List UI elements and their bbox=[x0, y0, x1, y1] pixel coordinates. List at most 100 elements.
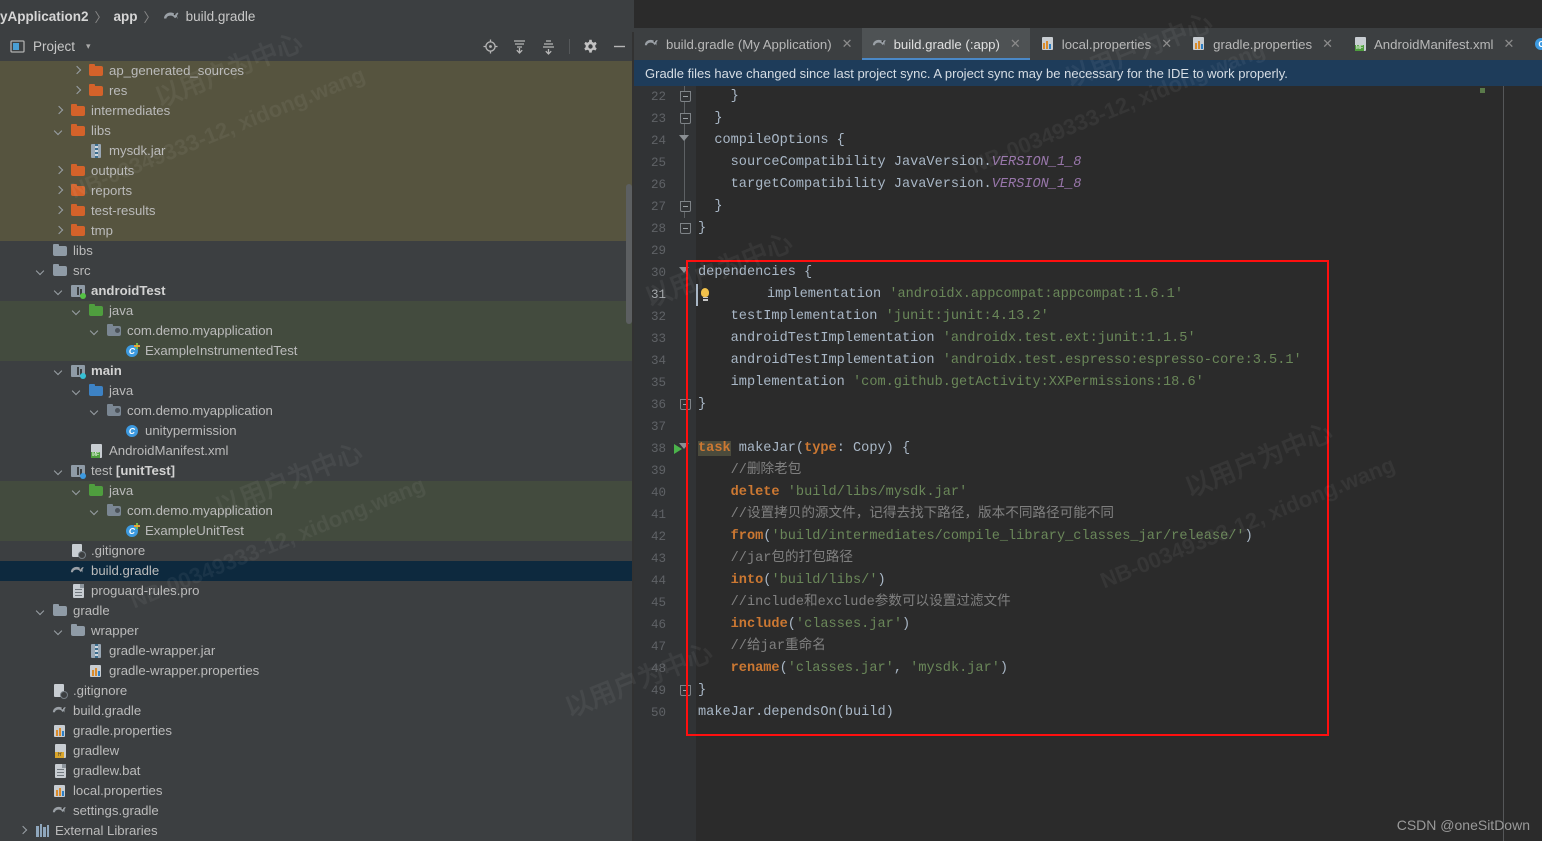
chevron-down-icon[interactable] bbox=[54, 466, 65, 477]
line-number[interactable]: 28 bbox=[634, 222, 674, 236]
line-number[interactable]: 29 bbox=[634, 244, 674, 258]
code-line[interactable]: 22 } bbox=[634, 86, 1542, 108]
tree-node[interactable]: reports bbox=[0, 181, 634, 201]
line-number[interactable]: 42 bbox=[634, 530, 674, 544]
chevron-right-icon[interactable] bbox=[54, 186, 65, 197]
tree-node[interactable]: External Libraries bbox=[0, 821, 634, 841]
editor-tab[interactable]: build.gradle (:app)✕ bbox=[862, 28, 1030, 60]
chevron-right-icon[interactable] bbox=[18, 826, 29, 837]
breadcrumb-item[interactable]: yApplication2 bbox=[0, 9, 89, 24]
chevron-right-icon[interactable] bbox=[72, 66, 83, 77]
chevron-right-icon[interactable] bbox=[72, 86, 83, 97]
code-line[interactable]: 47 //给jar重命名 bbox=[634, 636, 1542, 658]
tree-node[interactable]: java bbox=[0, 301, 634, 321]
tree-node[interactable]: Cunitypermission bbox=[0, 421, 634, 441]
tree-node[interactable]: gradlew.bat bbox=[0, 761, 634, 781]
tree-node[interactable]: com.demo.myapplication bbox=[0, 501, 634, 521]
tree-node[interactable]: src bbox=[0, 261, 634, 281]
code-editor[interactable]: 22 }23 }24 compileOptions {25 sourceComp… bbox=[634, 86, 1542, 841]
tree-node[interactable]: test [unitTest] bbox=[0, 461, 634, 481]
code-line[interactable]: 40 delete 'build/libs/mysdk.jar' bbox=[634, 482, 1542, 504]
code-line[interactable]: 35 implementation 'com.github.getActivit… bbox=[634, 372, 1542, 394]
code-line[interactable]: 38task makeJar(type: Copy) { bbox=[634, 438, 1542, 460]
expand-all-icon[interactable] bbox=[511, 38, 528, 55]
tree-node[interactable]: gradle-wrapper.jar bbox=[0, 641, 634, 661]
chevron-down-icon[interactable]: ▾ bbox=[86, 41, 91, 52]
line-number[interactable]: 35 bbox=[634, 376, 674, 390]
chevron-down-icon[interactable] bbox=[90, 326, 101, 337]
tree-node[interactable]: outputs bbox=[0, 161, 634, 181]
breadcrumb-item[interactable]: build.gradle bbox=[186, 9, 256, 24]
intention-bulb-icon[interactable] bbox=[698, 288, 712, 303]
code-line[interactable]: 39 //删除老包 bbox=[634, 460, 1542, 482]
fold-end-marker[interactable] bbox=[674, 394, 696, 416]
tree-node[interactable]: ap_generated_sources bbox=[0, 61, 634, 81]
code-line[interactable]: 45 //include和exclude参数可以设置过滤文件 bbox=[634, 592, 1542, 614]
line-number[interactable]: 23 bbox=[634, 112, 674, 126]
code-line[interactable]: 37 bbox=[634, 416, 1542, 438]
tree-node[interactable]: proguard-rules.pro bbox=[0, 581, 634, 601]
line-number[interactable]: 26 bbox=[634, 178, 674, 192]
editor-tab[interactable]: local.properties✕ bbox=[1030, 28, 1181, 60]
collapse-all-icon[interactable] bbox=[540, 38, 557, 55]
tree-node[interactable]: test-results bbox=[0, 201, 634, 221]
line-number[interactable]: 36 bbox=[634, 398, 674, 412]
tree-node[interactable]: build.gradle bbox=[0, 561, 634, 581]
line-number[interactable]: 49 bbox=[634, 684, 674, 698]
code-line[interactable]: 43 //jar包的打包路径 bbox=[634, 548, 1542, 570]
chevron-down-icon[interactable] bbox=[54, 626, 65, 637]
fold-end-marker[interactable] bbox=[674, 86, 696, 108]
line-number[interactable]: 46 bbox=[634, 618, 674, 632]
line-number[interactable]: 32 bbox=[634, 310, 674, 324]
line-number[interactable]: 25 bbox=[634, 156, 674, 170]
fold-end-marker[interactable] bbox=[674, 108, 696, 130]
breadcrumb-item[interactable]: app bbox=[114, 9, 138, 24]
chevron-down-icon[interactable] bbox=[90, 506, 101, 517]
line-number[interactable]: 27 bbox=[634, 200, 674, 214]
tree-node[interactable]: Hgradlew bbox=[0, 741, 634, 761]
code-line[interactable]: 25 sourceCompatibility JavaVersion.VERSI… bbox=[634, 152, 1542, 174]
code-line[interactable]: 44 into('build/libs/') bbox=[634, 570, 1542, 592]
line-number[interactable]: 37 bbox=[634, 420, 674, 434]
tree-node[interactable]: main bbox=[0, 361, 634, 381]
fold-guide[interactable] bbox=[674, 174, 696, 196]
sync-notification-bar[interactable]: Gradle files have changed since last pro… bbox=[634, 60, 1542, 86]
tree-node[interactable]: intermediates bbox=[0, 101, 634, 121]
line-number[interactable]: 33 bbox=[634, 332, 674, 346]
tree-node[interactable]: wrapper bbox=[0, 621, 634, 641]
line-number[interactable]: 31 bbox=[634, 288, 674, 302]
code-line[interactable]: 36} bbox=[634, 394, 1542, 416]
line-number[interactable]: 50 bbox=[634, 706, 674, 720]
line-number[interactable]: 40 bbox=[634, 486, 674, 500]
code-line[interactable]: 23 } bbox=[634, 108, 1542, 130]
tree-node[interactable]: libs bbox=[0, 121, 634, 141]
tree-node[interactable]: build.gradle bbox=[0, 701, 634, 721]
editor-tab[interactable]: MFAndroidManifest.xml✕ bbox=[1342, 28, 1523, 60]
line-number[interactable]: 47 bbox=[634, 640, 674, 654]
code-line[interactable]: 26 targetCompatibility JavaVersion.VERSI… bbox=[634, 174, 1542, 196]
chevron-down-icon[interactable] bbox=[54, 126, 65, 137]
line-number[interactable]: 48 bbox=[634, 662, 674, 676]
close-icon[interactable]: ✕ bbox=[1503, 36, 1514, 52]
chevron-down-icon[interactable] bbox=[72, 486, 83, 497]
fold-end-marker[interactable] bbox=[674, 218, 696, 240]
chevron-down-icon[interactable] bbox=[72, 386, 83, 397]
code-line[interactable]: 46 include('classes.jar') bbox=[634, 614, 1542, 636]
chevron-down-icon[interactable] bbox=[54, 286, 65, 297]
fold-open-marker[interactable] bbox=[674, 262, 696, 284]
line-number[interactable]: 43 bbox=[634, 552, 674, 566]
fold-guide[interactable] bbox=[674, 152, 696, 174]
tree-node[interactable]: gradle bbox=[0, 601, 634, 621]
line-number[interactable]: 45 bbox=[634, 596, 674, 610]
tree-node[interactable]: gradle.properties bbox=[0, 721, 634, 741]
run-task-icon[interactable] bbox=[674, 444, 682, 454]
chevron-down-icon[interactable] bbox=[54, 366, 65, 377]
code-line[interactable]: 33 androidTestImplementation 'androidx.t… bbox=[634, 328, 1542, 350]
code-line[interactable]: 29 bbox=[634, 240, 1542, 262]
close-icon[interactable]: ✕ bbox=[842, 36, 853, 52]
line-number[interactable]: 39 bbox=[634, 464, 674, 478]
tree-node[interactable]: CExampleInstrumentedTest bbox=[0, 341, 634, 361]
code-line[interactable]: 24 compileOptions { bbox=[634, 130, 1542, 152]
code-line[interactable]: 32 testImplementation 'junit:junit:4.13.… bbox=[634, 306, 1542, 328]
tree-node[interactable]: MFAndroidManifest.xml bbox=[0, 441, 634, 461]
